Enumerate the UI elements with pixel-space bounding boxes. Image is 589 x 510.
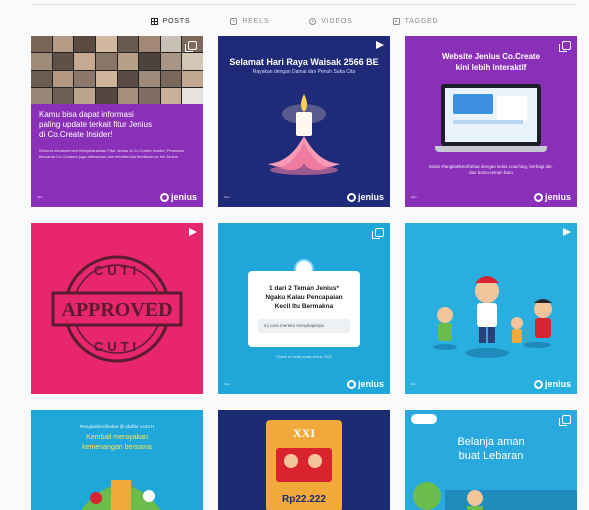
divider [31, 4, 576, 5]
tag-icon [392, 17, 400, 25]
post-line-2: buat Lebaran [458, 450, 524, 462]
post-headline: Kamu bisa dapat informasi paling update … [39, 110, 152, 139]
carousel-icon [559, 415, 571, 426]
post-line-2: kemenangan bersama [82, 444, 152, 451]
jenius-logo: jenius [346, 379, 384, 389]
post-subtext: Seluruh enhancement Menyelaraskan Fitur … [39, 148, 184, 159]
post-tile[interactable]: #langkahkecilhebat @ Idulfitri 1443 H Ke… [31, 410, 203, 510]
video-call-grid [31, 36, 203, 104]
jenius-logo: jenius [533, 192, 571, 202]
reel-icon [375, 41, 384, 50]
reel-icon [562, 228, 571, 237]
bank-logo: btpn [411, 382, 417, 386]
post-tile[interactable]: Belanja aman buat Lebaran [405, 410, 577, 510]
grid-icon [150, 17, 158, 25]
tab-label: POSTS [162, 17, 191, 25]
ticket-label: XXI [292, 426, 315, 440]
cloud-illustration [411, 414, 437, 424]
post-title: Selamat Hari Raya Waisak 2566 BE [229, 57, 379, 67]
post-title: Website Jenius Co.Create [441, 52, 541, 61]
bank-logo: btpn [411, 195, 417, 199]
tab-reels[interactable]: REELS [230, 12, 269, 30]
jenius-logo: jenius [159, 192, 197, 202]
post-tile[interactable]: Website Jenius Co.Create kini lebih inte… [405, 36, 577, 207]
kids-illustration [433, 276, 552, 358]
card-line-3: Kecil Itu Bermakna [274, 303, 334, 310]
post-line-1: Belanja aman [457, 436, 525, 448]
survey-card: 1 dari 2 Teman Jenius* Ngaku Kalau Penca… [248, 271, 360, 347]
shopping-illustration [413, 482, 577, 510]
profile-posts-panel: POSTS REELS VIDEOS TAGGED Kamu bisa dapa… [0, 0, 589, 510]
jenius-logo: jenius [533, 379, 571, 389]
carousel-icon [372, 228, 384, 239]
post-hashtag: #langkahkecilhebat @ Idulfitri 1443 H [79, 424, 155, 429]
post-footer: btpn jenius [37, 191, 197, 203]
carousel-icon [185, 41, 197, 52]
post-footnote: *Survei di media sosial Jenius, 2022 [275, 355, 333, 359]
post-tile[interactable]: Selamat Hari Raya Waisak 2566 BE Rayakan… [218, 36, 390, 207]
post-footer: btpn jenius [411, 191, 571, 203]
laptop-illustration [435, 84, 547, 154]
post-tile[interactable]: 1 dari 2 Teman Jenius* Ngaku Kalau Penca… [218, 223, 390, 394]
tab-label: TAGGED [404, 17, 439, 25]
tab-label: REELS [242, 17, 270, 25]
post-caption: Mulai #langkahkecilhebat dengan kelas co… [429, 164, 553, 175]
tab-posts[interactable]: POSTS [150, 12, 191, 30]
card-line-1: 1 dari 2 Teman Jenius* [269, 285, 339, 292]
tab-label: VIDEOS [321, 17, 353, 25]
reels-icon [230, 17, 238, 25]
profile-tabs: POSTS REELS VIDEOS TAGGED [0, 12, 589, 30]
video-icon [309, 17, 317, 25]
bank-logo: btpn [224, 195, 230, 199]
bank-logo: btpn [37, 195, 43, 199]
card-line-2: Ngaku Kalau Pencapaian [265, 294, 343, 301]
tab-videos[interactable]: VIDEOS [309, 12, 352, 30]
kids-at-cinema-illustration [276, 448, 332, 482]
post-subtitle: Rayakan dengan Damai dan Penuh Suka Cita [252, 69, 356, 75]
post-tile[interactable]: CUTI APPROVED CUTI [31, 223, 203, 394]
post-footer: btpn jenius [224, 191, 384, 203]
post-footer: btpn jenius [224, 378, 384, 390]
stamp-top-text: CUTI [93, 263, 141, 278]
post-tile[interactable]: btpn jenius [405, 223, 577, 394]
post-tile[interactable]: Kamu bisa dapat informasi paling update … [31, 36, 203, 207]
celebration-illustration [81, 480, 161, 510]
stamp-main-text: APPROVED [61, 299, 173, 321]
post-title-line2: kini lebih interaktif [455, 63, 527, 72]
card-input: Ini cara mereka menyikapinya [258, 319, 350, 333]
stamp-bottom-text: CUTI [93, 339, 141, 354]
bank-logo: btpn [224, 382, 230, 386]
post-line-1: Kembali merayakan [86, 434, 148, 441]
reel-icon [188, 228, 197, 237]
post-tile[interactable]: XXI Rp22.222 [218, 410, 390, 510]
ticket-price: Rp22.222 [282, 494, 326, 505]
lotus-candle-illustration [268, 94, 340, 175]
tab-tagged[interactable]: TAGGED [392, 12, 439, 30]
jenius-logo: jenius [346, 192, 384, 202]
post-footer: btpn jenius [411, 378, 571, 390]
carousel-icon [559, 41, 571, 52]
